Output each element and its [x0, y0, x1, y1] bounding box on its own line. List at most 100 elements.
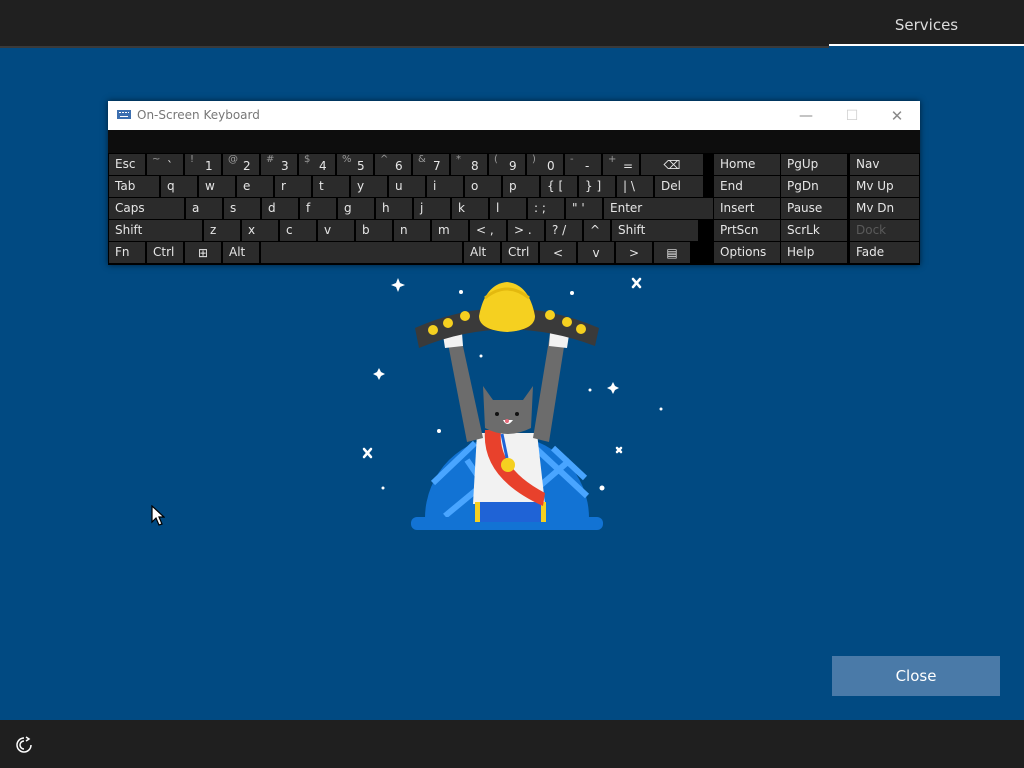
key-r5-0[interactable]: Fn [109, 242, 145, 263]
key-r4-7[interactable]: m [432, 220, 468, 241]
key-r2-2[interactable]: w [199, 176, 235, 197]
key-r4-2[interactable]: x [242, 220, 278, 241]
key-r4-12[interactable]: Shift [612, 220, 698, 241]
key-r5-5-label: Alt [470, 245, 487, 259]
tab-services[interactable]: Services [829, 0, 1024, 46]
key-r2-6[interactable]: y [351, 176, 387, 197]
key-r2-13[interactable]: | \ [617, 176, 653, 197]
close-button[interactable]: Close [832, 656, 1000, 696]
minimize-button[interactable]: — [783, 101, 829, 130]
key-nav-mid-2[interactable]: Pause [781, 198, 847, 219]
key-r1-14[interactable]: ⌫ [641, 154, 703, 175]
key-r3-10[interactable]: : ; [528, 198, 564, 219]
key-1[interactable]: ! 1 [185, 154, 221, 175]
key-nav-left-2[interactable]: Insert [714, 198, 780, 219]
key-r3-4[interactable]: f [300, 198, 336, 219]
key-nav-left-0[interactable]: Home [714, 154, 780, 175]
key-r1-0[interactable]: Esc [109, 154, 145, 175]
key-r2-5-label: t [319, 179, 324, 193]
key-r5-4[interactable] [261, 242, 462, 263]
key-r2-0[interactable]: Tab [109, 176, 159, 197]
key-main-label: = [623, 159, 634, 173]
key-nav-left-3[interactable]: PrtScn [714, 220, 780, 241]
key-r5-3[interactable]: Alt [223, 242, 259, 263]
key-r3-5[interactable]: g [338, 198, 374, 219]
key-r3-2[interactable]: s [224, 198, 260, 219]
key-r3-5-label: g [344, 201, 352, 215]
key-nav-mid-1[interactable]: PgDn [781, 176, 847, 197]
key-r3-7[interactable]: j [414, 198, 450, 219]
key-`[interactable]: ~ ` [147, 154, 183, 175]
key-r2-11[interactable]: { [ [541, 176, 577, 197]
key-nav-right-4[interactable]: Fade [850, 242, 919, 263]
key-r4-0[interactable]: Shift [109, 220, 202, 241]
key-r2-3[interactable]: e [237, 176, 273, 197]
key-r2-4[interactable]: r [275, 176, 311, 197]
key-r5-6[interactable]: Ctrl [502, 242, 538, 263]
key-r3-3[interactable]: d [262, 198, 298, 219]
key-r3-6-label: h [382, 201, 390, 215]
key-r2-12-label: } ] [585, 179, 602, 193]
key-4[interactable]: $4 [299, 154, 335, 175]
key-r3-6[interactable]: h [376, 198, 412, 219]
key-r2-9[interactable]: o [465, 176, 501, 197]
key-3[interactable]: #3 [261, 154, 297, 175]
key-r3-9[interactable]: l [490, 198, 526, 219]
ease-of-access-icon[interactable] [14, 735, 34, 755]
key-r4-3[interactable]: c [280, 220, 316, 241]
key-r5-7[interactable]: < [540, 242, 576, 263]
key-nav-right-2[interactable]: Mv Dn [850, 198, 919, 219]
key-nav-left-4[interactable]: Options [714, 242, 780, 263]
key-9[interactable]: (9 [489, 154, 525, 175]
key-r4-8[interactable]: < , [470, 220, 506, 241]
key-r5-5[interactable]: Alt [464, 242, 500, 263]
key-6[interactable]: ^ 6 [375, 154, 411, 175]
key-r2-5[interactable]: t [313, 176, 349, 197]
key-r3-11[interactable]: " ' [566, 198, 602, 219]
maximize-button[interactable]: ☐ [829, 101, 875, 130]
close-window-button[interactable]: ✕ [874, 101, 920, 130]
key-r4-1[interactable]: z [204, 220, 240, 241]
on-screen-keyboard-window: On-Screen Keyboard — ☐ ✕ Esc ~ `! 1 @2 #3 $4% 5… [108, 101, 920, 265]
key-nav-right-0[interactable]: Nav [850, 154, 919, 175]
key-r4-4[interactable]: v [318, 220, 354, 241]
key-r2-12[interactable]: } ] [579, 176, 615, 197]
key-r4-4-label: v [324, 223, 332, 237]
key-r3-0[interactable]: Caps [109, 198, 184, 219]
key-shift-label: ( [494, 154, 498, 165]
key-=[interactable]: + = [603, 154, 639, 175]
key-8[interactable]: * 8 [451, 154, 487, 175]
key-r2-1[interactable]: q [161, 176, 197, 197]
key-nav-right-3[interactable]: Dock [850, 220, 919, 241]
key-r5-8[interactable]: v [578, 242, 614, 263]
key-r5-10[interactable]: ▤ [654, 242, 690, 263]
key-nav-right-1[interactable]: Mv Up [850, 176, 919, 197]
key-r2-8[interactable]: i [427, 176, 463, 197]
key-r3-8[interactable]: k [452, 198, 488, 219]
key-r3-1[interactable]: a [186, 198, 222, 219]
key-r5-9[interactable]: > [616, 242, 652, 263]
key-nav-mid-3[interactable]: ScrLk [781, 220, 847, 241]
key-7[interactable]: & 7 [413, 154, 449, 175]
key-nav-left-1[interactable]: End [714, 176, 780, 197]
key-shift-label: # [266, 154, 275, 165]
key-r2-7[interactable]: u [389, 176, 425, 197]
key-2[interactable]: @2 [223, 154, 259, 175]
osk-titlebar[interactable]: On-Screen Keyboard — ☐ ✕ [108, 101, 920, 130]
key-nav-mid-4[interactable]: Help [781, 242, 847, 263]
key-r3-12[interactable]: Enter [604, 198, 713, 219]
key-r5-2[interactable]: ⊞ [185, 242, 221, 263]
key-r4-5[interactable]: b [356, 220, 392, 241]
key-r4-6[interactable]: n [394, 220, 430, 241]
key-r5-1[interactable]: Ctrl [147, 242, 183, 263]
key-r4-11[interactable]: ^ [584, 220, 610, 241]
key-r2-10[interactable]: p [503, 176, 539, 197]
key-r2-14[interactable]: Del [655, 176, 703, 197]
key-r4-10[interactable]: ? / [546, 220, 582, 241]
key-nav-mid-0[interactable]: PgUp [781, 154, 847, 175]
key--[interactable]: -- [565, 154, 601, 175]
key-0[interactable]: ) 0 [527, 154, 563, 175]
key-5[interactable]: % 5 [337, 154, 373, 175]
key-r4-9[interactable]: > . [508, 220, 544, 241]
key-r3-3-label: d [268, 201, 276, 215]
